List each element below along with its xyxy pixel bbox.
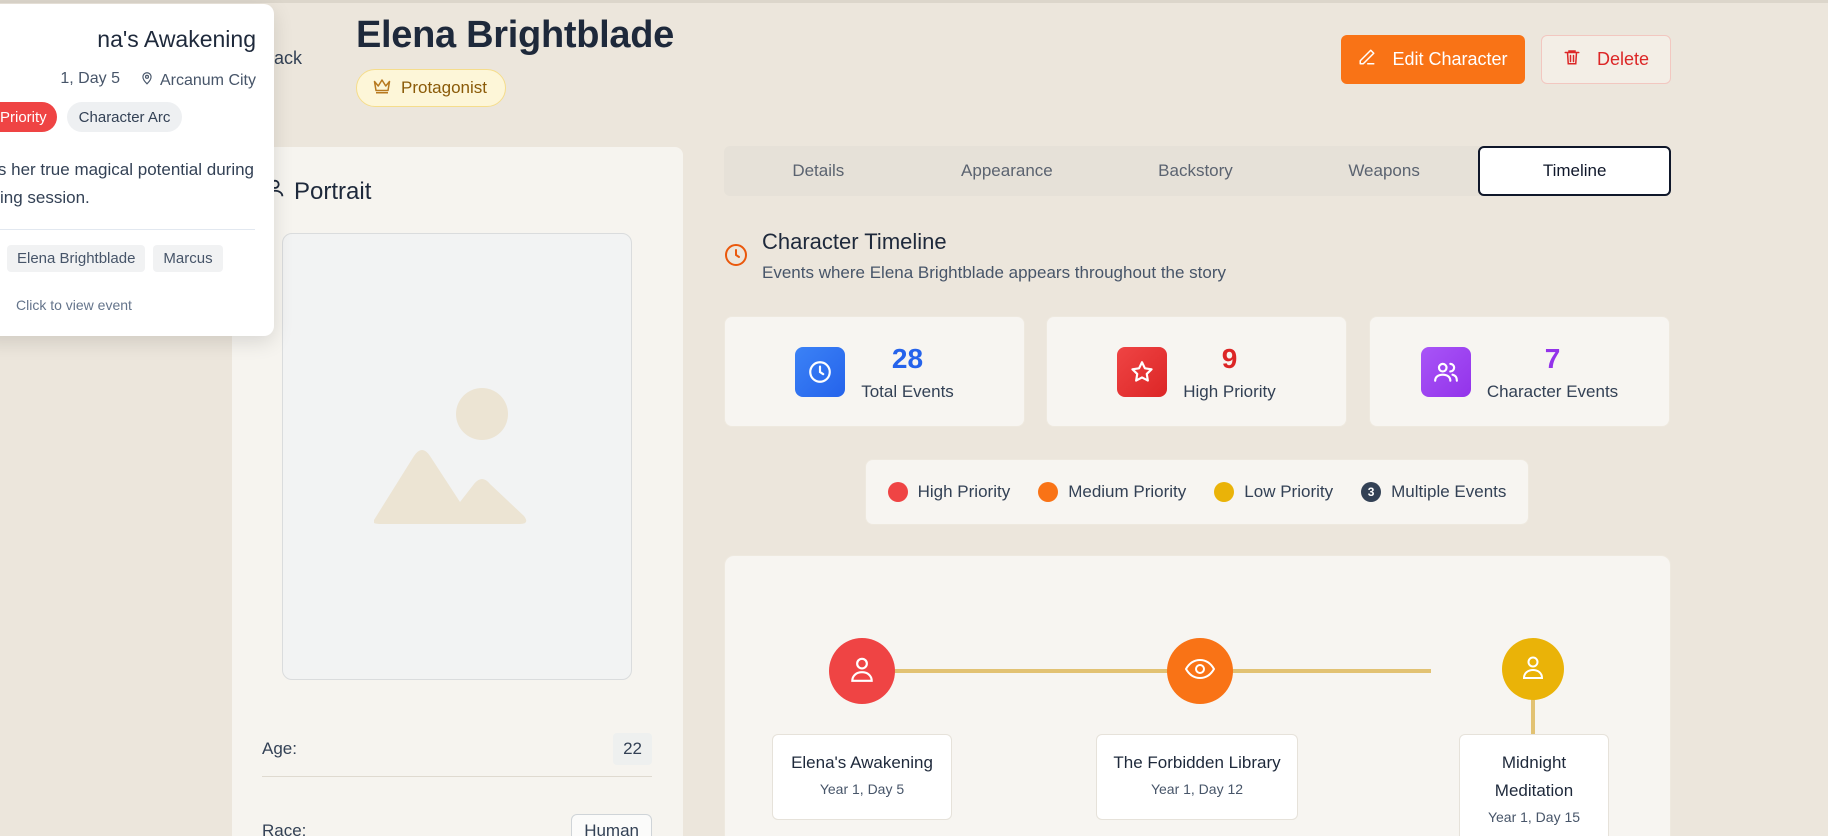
legend-dot <box>887 482 908 502</box>
map-pin-icon <box>140 70 154 91</box>
race-label: Race: <box>262 821 307 836</box>
popup-location: Arcanum City <box>140 70 256 91</box>
top-border <box>0 0 1828 3</box>
stat-character-events: 7 Character Events <box>1369 316 1670 427</box>
legend-label: Low Priority <box>1244 482 1334 501</box>
divider <box>262 776 652 777</box>
character-chip[interactable]: Marcus <box>153 245 223 272</box>
tab-backstory[interactable]: Backstory <box>1101 146 1290 196</box>
legend-dot <box>1038 482 1059 502</box>
portrait-heading-label: Portrait <box>294 177 372 205</box>
popup-hint: Click to view event <box>16 297 132 313</box>
edit-character-label: Edit Character <box>1392 49 1508 69</box>
delete-label: Delete <box>1596 49 1650 69</box>
popup-description: rs her true magical potential during ing… <box>0 156 254 212</box>
age-row: Age: 22 <box>262 733 652 765</box>
priority-tag: Priority <box>0 102 57 132</box>
legend-item: Medium Priority <box>1038 482 1186 502</box>
event-date: Year 1, Day 5 <box>819 781 905 797</box>
role-badge: Protagonist <box>356 69 506 107</box>
popup-meta: 1, Day 5 Arcanum City <box>0 70 256 91</box>
timeline-subtitle: Events where Elena Brightblade appears t… <box>762 263 1227 282</box>
legend-dot <box>1214 482 1235 502</box>
page-title: Elena Brightblade <box>356 14 674 56</box>
stat-total-events: 28 Total Events <box>724 316 1025 427</box>
star-icon <box>1117 346 1168 397</box>
clock-icon <box>795 346 846 397</box>
race-row: Race: Human <box>262 814 652 836</box>
character-arc-tag: Character Arc <box>66 102 183 132</box>
timeline-node[interactable] <box>1502 638 1564 700</box>
stat-value: 7 <box>1544 342 1561 374</box>
timeline-event-card[interactable]: Elena's Awakening Year 1, Day 5 <box>772 734 952 820</box>
event-date: Year 1, Day 15 <box>1487 809 1581 825</box>
legend-label: High Priority <box>917 482 1011 501</box>
age-label: Age: <box>262 739 297 758</box>
timeline-panel: Elena's Awakening Year 1, Day 5 The Forb… <box>724 555 1671 836</box>
eye-icon <box>1184 658 1216 685</box>
user-icon <box>849 655 875 688</box>
timeline-event-card[interactable]: The Forbidden Library Year 1, Day 12 <box>1096 734 1298 820</box>
legend-item: 3 Multiple Events <box>1361 482 1506 502</box>
crown-icon <box>373 78 391 99</box>
legend-label: Multiple Events <box>1391 482 1507 501</box>
stat-high-priority: 9 High Priority <box>1046 316 1347 427</box>
delete-button[interactable]: Delete <box>1541 35 1671 84</box>
event-title: The Forbidden Library <box>1113 753 1281 772</box>
stat-label: Character Events <box>1486 381 1619 401</box>
legend-item: High Priority <box>887 482 1011 502</box>
tab-timeline[interactable]: Timeline <box>1478 146 1671 196</box>
edit-character-button[interactable]: Edit Character <box>1341 35 1525 84</box>
popup-description-line: rs her true magical potential during <box>0 160 254 179</box>
age-value: 22 <box>613 733 652 765</box>
timeline-header: Character Timeline Events where Elena Br… <box>724 229 1226 283</box>
legend-label: Medium Priority <box>1068 482 1187 501</box>
role-badge-label: Protagonist <box>401 78 487 97</box>
popup-characters: Elena Brightblade Marcus <box>7 245 223 272</box>
timeline-connector <box>1531 699 1535 735</box>
portrait-heading: Portrait <box>264 177 371 206</box>
event-date: Year 1, Day 12 <box>1150 781 1244 797</box>
timeline-event-card[interactable]: Midnight Meditation Year 1, Day 15 <box>1459 734 1609 836</box>
legend-item: Low Priority <box>1214 482 1333 502</box>
popup-description-line: ing session. <box>0 188 90 207</box>
event-title: Elena's Awakening <box>791 753 933 772</box>
stat-value: 9 <box>1221 342 1238 374</box>
tab-bar: Details Appearance Backstory Weapons Tim… <box>724 146 1671 196</box>
popup-title: na's Awakening <box>97 26 256 52</box>
clock-icon <box>724 243 748 283</box>
character-chip[interactable]: Elena Brightblade <box>7 245 146 272</box>
pencil-icon <box>1358 48 1376 71</box>
popup-divider <box>0 229 255 230</box>
event-title: Midnight Meditation <box>1494 753 1574 800</box>
priority-legend: High Priority Medium Priority Low Priori… <box>865 459 1529 525</box>
event-popup-card[interactable]: na's Awakening 1, Day 5 Arcanum City Pri… <box>0 4 274 336</box>
stat-value: 28 <box>891 342 924 374</box>
portrait-panel: Portrait Age: 22 Race: Human <box>232 147 683 836</box>
popup-location-label: Arcanum City <box>159 71 256 89</box>
stat-label: Total Events <box>861 381 954 401</box>
portrait-image-placeholder[interactable] <box>282 233 632 680</box>
popup-date: 1, Day 5 <box>60 70 120 87</box>
stat-label: High Priority <box>1183 381 1276 401</box>
users-icon <box>1420 346 1471 397</box>
timeline-node[interactable] <box>829 638 895 704</box>
user-icon <box>1521 654 1545 685</box>
trash-icon <box>1563 47 1581 72</box>
timeline-title: Character Timeline <box>762 229 947 254</box>
image-placeholder-icon <box>373 384 540 529</box>
legend-count-badge: 3 <box>1361 482 1382 502</box>
race-value: Human <box>571 814 652 836</box>
timeline-connector <box>861 669 1431 673</box>
popup-tags: Priority Character Arc <box>0 102 183 132</box>
tab-details[interactable]: Details <box>724 146 913 196</box>
timeline-node[interactable] <box>1167 638 1233 704</box>
tab-weapons[interactable]: Weapons <box>1290 146 1479 196</box>
tab-appearance[interactable]: Appearance <box>913 146 1102 196</box>
